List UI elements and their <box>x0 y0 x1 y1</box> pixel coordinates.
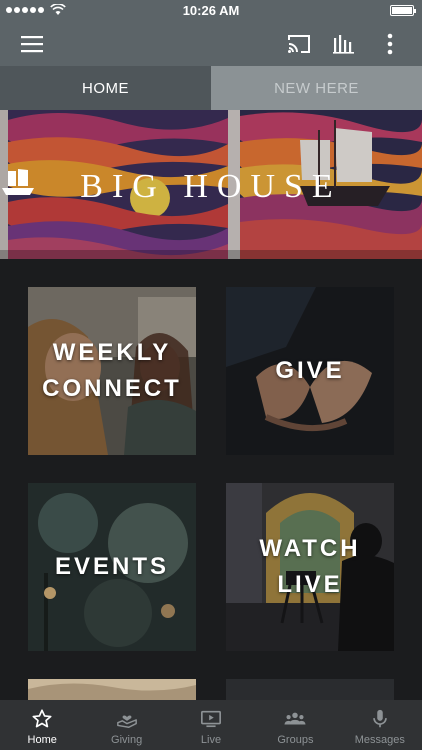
tile-partial-left[interactable] <box>28 679 196 700</box>
tab-new-here[interactable]: NEW HERE <box>211 66 422 110</box>
giving-hand-icon <box>116 715 137 728</box>
hero-banner: BIG HOUSE <box>0 110 422 259</box>
tile-give[interactable]: GIVE <box>226 287 394 455</box>
tile-label-watch-live: WATCH LIVE <box>259 535 361 598</box>
tile-label-weekly-connect: WEEKLY CONNECT <box>42 339 182 402</box>
tile-watch-live[interactable]: WATCH LIVE <box>226 483 394 651</box>
battery-icon <box>390 5 416 16</box>
tile-label-give: GIVE <box>275 357 345 384</box>
menu-icon[interactable] <box>20 32 44 56</box>
bottom-nav: Home Giving Live Groups Messages <box>0 700 422 750</box>
nav-item-giving[interactable]: Giving <box>84 700 168 750</box>
tile-weekly-connect[interactable]: WEEKLY CONNECT <box>28 287 196 455</box>
nav-item-live[interactable]: Live <box>169 700 253 750</box>
groups-icon <box>284 712 306 725</box>
nav-item-messages[interactable]: Messages <box>338 700 422 750</box>
brand-logo: BIG HOUSE <box>0 168 422 206</box>
content-grid: WEEKLY CONNECT GIVE EVENTS WATCH LIVE <box>0 259 422 700</box>
more-vertical-icon[interactable] <box>378 32 402 56</box>
ship-logo-icon <box>2 169 34 195</box>
top-tabs: HOME NEW HERE <box>0 66 422 110</box>
microphone-icon <box>373 709 387 728</box>
nav-label-groups: Groups <box>277 734 314 746</box>
nav-label-live: Live <box>200 734 222 746</box>
nav-label-messages: Messages <box>354 734 405 746</box>
status-time: 10:26 AM <box>182 3 240 18</box>
nav-item-home[interactable]: Home <box>0 700 84 750</box>
tv-play-icon <box>201 710 222 728</box>
bars-icon[interactable] <box>332 32 356 56</box>
logo-text-big: BIG <box>80 168 166 205</box>
tile-partial-right[interactable] <box>226 679 394 700</box>
nav-item-groups[interactable]: Groups <box>253 700 337 750</box>
app-header <box>0 22 422 66</box>
status-bar: 10:26 AM <box>0 0 422 22</box>
tile-label-events: EVENTS <box>54 553 170 580</box>
star-icon <box>32 709 52 728</box>
nav-label-giving: Giving <box>111 734 143 746</box>
nav-label-home: Home <box>27 734 57 746</box>
partial-tile-photo-right <box>226 679 394 700</box>
tab-home[interactable]: HOME <box>0 66 211 110</box>
cast-icon[interactable] <box>287 32 311 56</box>
partial-tile-photo-left <box>28 679 196 700</box>
logo-text-house: HOUSE <box>183 168 342 205</box>
tile-events[interactable]: EVENTS <box>28 483 196 651</box>
